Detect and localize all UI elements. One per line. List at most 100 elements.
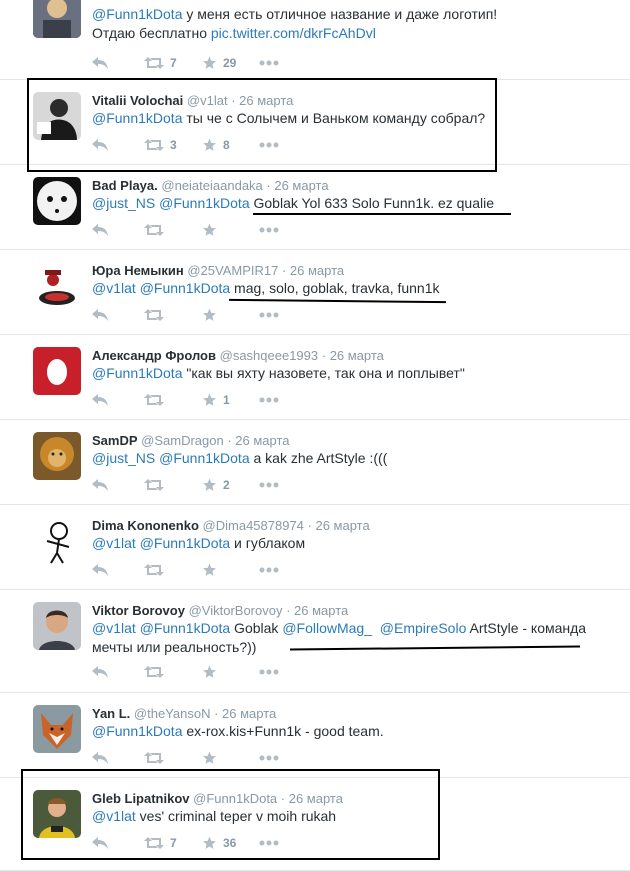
mention-link[interactable]: @just_NS [92, 450, 155, 466]
reply-button[interactable] [92, 750, 108, 766]
retweet-button[interactable] [144, 392, 170, 408]
retweet-count: 7 [170, 56, 177, 70]
more-button[interactable] [259, 664, 279, 680]
tweet-header: Dima Kononenko @Dima45878974 · 26 марта [92, 518, 370, 533]
favorite-button[interactable] [202, 222, 223, 238]
retweet-button[interactable]: 7 [144, 55, 177, 71]
more-button[interactable] [259, 562, 279, 578]
avatar[interactable] [33, 517, 81, 565]
tweet-text-line: @Funn1kDota у меня есть отличное названи… [92, 5, 602, 24]
reply-icon [92, 394, 108, 406]
tweet: Юра Немыкин @25VAMPIR17 · 26 марта @v1lat… [0, 250, 630, 335]
reply-button[interactable] [92, 664, 108, 680]
user-name[interactable]: Bad Playa. [92, 178, 158, 193]
user-handle[interactable]: @ViktorBorovoy [189, 603, 283, 618]
reply-button[interactable] [92, 55, 108, 71]
reply-icon [92, 57, 108, 69]
reply-button[interactable] [92, 477, 108, 493]
tweet-time[interactable]: 26 марта [290, 263, 344, 278]
favorite-button[interactable]: 29 [202, 55, 236, 71]
mention-link[interactable]: @v1lat [92, 620, 136, 636]
retweet-icon [144, 309, 164, 321]
text-span [372, 620, 380, 636]
retweet-button[interactable] [144, 307, 170, 323]
favorite-button[interactable] [202, 307, 223, 323]
text-span: мечты или реальность?)) [92, 639, 257, 655]
user-name[interactable]: Viktor Borovoy [92, 603, 185, 618]
mention-link[interactable]: @Funn1kDota [140, 280, 230, 296]
tweet-text: @Funn1kDota "как вы яхту назовете, так о… [92, 364, 602, 383]
tweet-time[interactable]: 26 марта [235, 433, 289, 448]
user-name[interactable]: Александр Фролов [92, 348, 216, 363]
avatar[interactable] [33, 347, 81, 395]
user-name[interactable]: Yan L. [92, 706, 130, 721]
more-button[interactable] [259, 222, 279, 238]
favorite-count: 29 [223, 56, 237, 70]
mention-link[interactable]: @FollowMag_ [282, 620, 372, 636]
more-button[interactable] [259, 477, 279, 493]
more-button[interactable] [259, 750, 279, 766]
tweet-time[interactable]: 26 марта [330, 348, 384, 363]
retweet-button[interactable] [144, 477, 170, 493]
tweet-text-line: @Funn1kDota ex-rox.kis+Funn1k - good tea… [92, 722, 602, 741]
text-span: у меня есть отличное название и даже лог… [182, 6, 498, 22]
more-button[interactable] [259, 392, 279, 408]
avatar[interactable] [33, 432, 81, 480]
mention-link[interactable]: @Funn1kDota [140, 620, 230, 636]
avatar[interactable] [33, 177, 81, 225]
user-handle[interactable]: @25VAMPIR17 [187, 263, 278, 278]
favorite-button[interactable] [202, 750, 223, 766]
user-handle[interactable]: @neiateiaandaka [161, 178, 262, 193]
mention-link[interactable]: @v1lat [92, 535, 136, 551]
mention-link[interactable]: @EmpireSolo [380, 620, 467, 636]
retweet-button[interactable] [144, 222, 170, 238]
reply-button[interactable] [92, 562, 108, 578]
user-name[interactable]: Юра Немыкин [92, 263, 184, 278]
retweet-button[interactable] [144, 562, 170, 578]
mention-link[interactable]: @Funn1kDota [92, 6, 182, 22]
mention-link[interactable]: @Funn1kDota [159, 450, 249, 466]
reply-button[interactable] [92, 222, 108, 238]
tweet-time[interactable]: 26 марта [274, 178, 328, 193]
tweet-time[interactable]: 26 марта [294, 603, 348, 618]
user-handle[interactable]: @Dima45878974 [203, 518, 304, 533]
tweet-text: @just_NS @Funn1kDota a kak zhe ArtStyle … [92, 449, 602, 468]
favorite-count: 2 [223, 478, 230, 492]
reply-button[interactable] [92, 392, 108, 408]
pic-link[interactable]: pic.twitter.com/dkrFcAhDvl [211, 25, 376, 41]
annotation-box [27, 78, 497, 172]
user-handle[interactable]: @theYansoN [134, 706, 211, 721]
tweet: Bad Playa. @neiateiaandaka · 26 марта @ju… [0, 165, 630, 250]
reply-icon [92, 666, 108, 678]
avatar[interactable] [33, 602, 81, 650]
retweet-button[interactable] [144, 750, 170, 766]
favorite-button[interactable] [202, 562, 223, 578]
text-span: "как вы яхту назовете, так она и поплыве… [182, 365, 465, 381]
favorite-button[interactable] [202, 664, 223, 680]
user-name[interactable]: SamDP [92, 433, 138, 448]
user-handle[interactable]: @SamDragon [141, 433, 224, 448]
mention-link[interactable]: @just_NS [92, 195, 155, 211]
reply-button[interactable] [92, 307, 108, 323]
mention-link[interactable]: @Funn1kDota [159, 195, 249, 211]
user-handle[interactable]: @sashqeee1993 [220, 348, 319, 363]
favorite-button[interactable]: 2 [202, 477, 230, 493]
mention-link[interactable]: @Funn1kDota [92, 365, 182, 381]
avatar[interactable] [33, 262, 81, 310]
avatar[interactable] [33, 0, 81, 38]
tweet-header: Александр Фролов @sashqeee1993 · 26 март… [92, 348, 384, 363]
more-button[interactable] [259, 307, 279, 323]
tweet-header: Bad Playa. @neiateiaandaka · 26 марта [92, 178, 329, 193]
tweet-time[interactable]: 26 марта [315, 518, 369, 533]
mention-link[interactable]: @Funn1kDota [140, 535, 230, 551]
more-button[interactable] [259, 55, 279, 71]
tweet-time[interactable]: 26 марта [222, 706, 276, 721]
favorite-button[interactable]: 1 [202, 392, 230, 408]
tweet-header: Viktor Borovoy @ViktorBorovoy · 26 марта [92, 603, 348, 618]
user-name[interactable]: Dima Kononenko [92, 518, 199, 533]
mention-link[interactable]: @v1lat [92, 280, 136, 296]
mention-link[interactable]: @Funn1kDota [92, 723, 182, 739]
tweet-text: @Funn1kDota ex-rox.kis+Funn1k - good tea… [92, 722, 602, 741]
avatar[interactable] [33, 705, 81, 753]
retweet-button[interactable] [144, 664, 170, 680]
